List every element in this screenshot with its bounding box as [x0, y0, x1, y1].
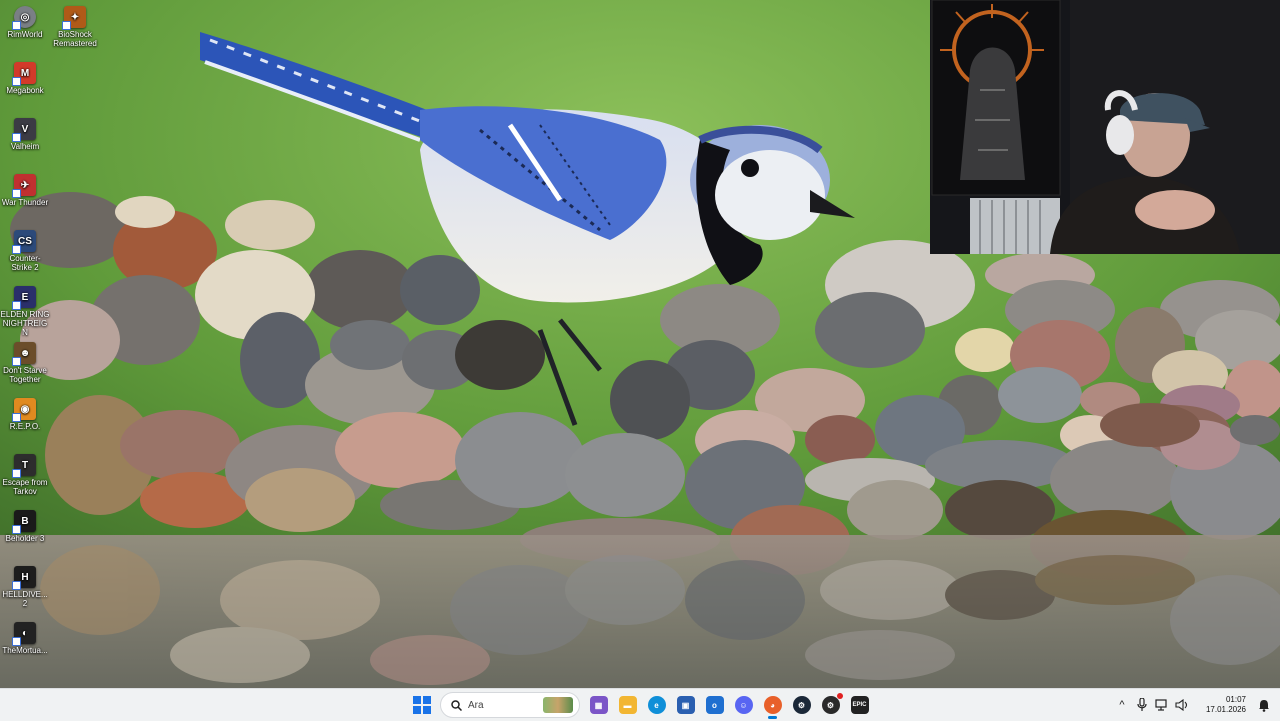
microphone-button[interactable]	[1132, 695, 1152, 715]
system-tray: ^ 01:07 17.01.2026	[1112, 689, 1280, 721]
desktop-icon-counter-strike[interactable]: CS Counter-Strike 2	[0, 226, 50, 272]
steam-notify-icon: ⚙	[821, 693, 843, 714]
widgets-button[interactable]: ▦	[584, 691, 613, 719]
elden-ring-icon: E	[12, 286, 36, 310]
microphone-icon	[1137, 698, 1147, 711]
rimworld-icon: ◎	[12, 6, 36, 30]
bell-icon	[1259, 699, 1269, 712]
start-button[interactable]	[407, 691, 436, 719]
store-button[interactable]: ▣	[671, 691, 700, 719]
desktop-icon-megabonk[interactable]: M Megabonk	[0, 58, 50, 95]
edge-icon: e	[647, 696, 666, 714]
desktop-icon-label: ELDEN RING NIGHTREIGN	[0, 310, 50, 337]
steam-button[interactable]: ⚙	[787, 691, 816, 719]
desktop-icon-label: TheMortua...	[2, 646, 48, 655]
volume-button[interactable]	[1172, 695, 1192, 715]
desktop-icon-war-thunder[interactable]: ✈ War Thunder	[0, 170, 50, 207]
network-icon	[1155, 699, 1167, 711]
chevron-up-icon: ^	[1119, 699, 1125, 711]
helldivers-icon: H	[12, 566, 36, 590]
show-hidden-icons-button[interactable]: ^	[1112, 695, 1132, 715]
speaker-icon	[1175, 699, 1188, 711]
file-explorer-button[interactable]: ▬	[613, 691, 642, 719]
desktop-icon-label: RimWorld	[7, 30, 43, 39]
epic-games-icon: EPIC	[850, 696, 869, 714]
store-icon: ▣	[676, 696, 695, 714]
folder-icon: ▬	[618, 696, 637, 714]
clock-date: 17.01.2026	[1205, 705, 1246, 714]
desktop-icon-tarkov[interactable]: T Escape from Tarkov	[0, 450, 50, 496]
desktop-icon-rimworld[interactable]: ◎ RimWorld	[0, 2, 50, 39]
search-placeholder: Ara	[468, 699, 484, 711]
desktop-icon-label: Don't Starve Together	[3, 366, 47, 384]
outlook-icon: o	[705, 696, 724, 714]
desktop-icon-valheim[interactable]: V Valheim	[0, 114, 50, 151]
desktop-icon-beholder[interactable]: B Beholder 3	[0, 506, 50, 543]
desktop-icon-label: Counter-Strike 2	[9, 254, 41, 272]
webcam-overlay	[930, 0, 1280, 254]
desktop-icon-label: BioShock Remastered	[53, 30, 97, 48]
discord-icon: ☺	[734, 696, 753, 714]
desktop-icon-label: Megabonk	[6, 86, 44, 95]
desktop-icon-mortuary[interactable]: ◐ TheMortua...	[0, 618, 50, 655]
clock-time: 01:07	[1225, 695, 1246, 704]
megabonk-icon: M	[12, 62, 36, 86]
search-highlight-icon	[543, 697, 573, 713]
repo-icon: ◉	[12, 398, 36, 422]
tarkov-icon: T	[12, 454, 36, 478]
valheim-icon: V	[12, 118, 36, 142]
notifications-button[interactable]	[1254, 695, 1274, 715]
desktop-icon-label: R.E.P.O.	[9, 422, 41, 431]
desktop-icon-label: HELLDIVE... 2	[2, 590, 48, 608]
bioshock-icon: ✦	[62, 6, 86, 30]
beholder-icon: B	[12, 510, 36, 534]
desktop-icon-helldivers[interactable]: H HELLDIVE... 2	[0, 562, 50, 608]
firefox-button[interactable]: ◕	[758, 691, 787, 719]
outlook-button[interactable]: o	[700, 691, 729, 719]
firefox-icon: ◕	[763, 696, 782, 714]
taskbar: Ara ▦ ▬ e ▣ o ☺ ◕ ⚙ ⚙ EPIC ^ 01:07 17.01…	[0, 688, 1280, 721]
search-box[interactable]: Ara	[440, 692, 580, 718]
desktop-icon-bioshock[interactable]: ✦ BioShock Remastered	[50, 2, 100, 48]
desktop-icon-label: War Thunder	[1, 198, 49, 207]
epic-games-button[interactable]: EPIC	[845, 691, 874, 719]
edge-button[interactable]: e	[642, 691, 671, 719]
steam-alt-button[interactable]: ⚙	[816, 691, 845, 719]
war-thunder-icon: ✈	[12, 174, 36, 198]
dont-starve-icon: ☻	[12, 342, 36, 366]
clock-button[interactable]: 01:07 17.01.2026	[1196, 695, 1246, 715]
desktop-icon-repo[interactable]: ◉ R.E.P.O.	[0, 394, 50, 431]
widgets-icon: ▦	[589, 696, 608, 714]
desktop-icon-elden-ring[interactable]: E ELDEN RING NIGHTREIGN	[0, 282, 50, 337]
windows-icon	[412, 696, 431, 714]
network-button[interactable]	[1152, 695, 1172, 715]
counter-strike-icon: CS	[12, 230, 36, 254]
desktop-icon-dont-starve[interactable]: ☻ Don't Starve Together	[0, 338, 50, 384]
mortuary-icon: ◐	[12, 622, 36, 646]
discord-button[interactable]: ☺	[729, 691, 758, 719]
search-icon	[451, 699, 462, 711]
taskbar-apps: Ara ▦ ▬ e ▣ o ☺ ◕ ⚙ ⚙ EPIC	[407, 689, 874, 721]
desktop-icon-label: Escape from Tarkov	[2, 478, 48, 496]
desktop-icon-label: Valheim	[10, 142, 40, 151]
steam-icon: ⚙	[792, 696, 811, 714]
desktop-icon-label: Beholder 3	[5, 534, 45, 543]
